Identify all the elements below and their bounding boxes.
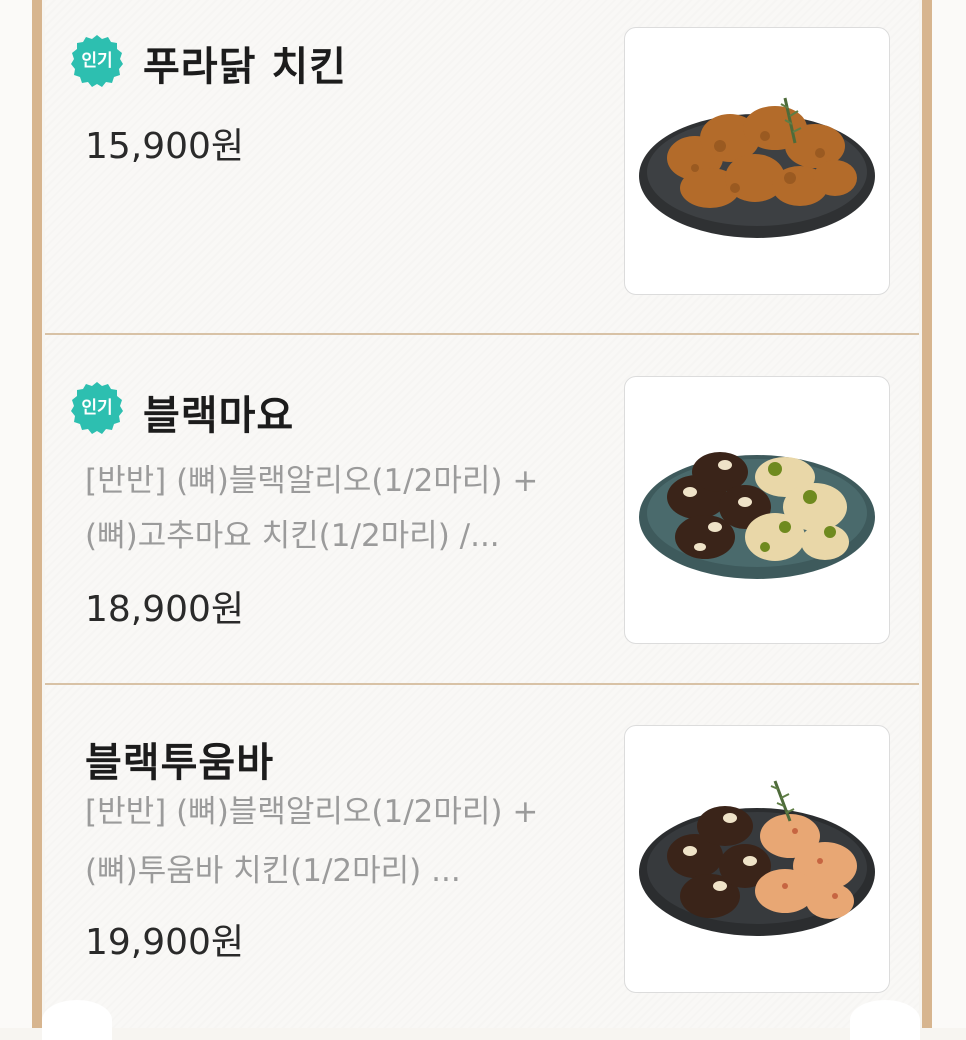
menu-item-description-line-1: [반반] (뼈)블랙알리오(1/2마리) + [85,463,539,499]
menu-item-image[interactable] [624,376,890,644]
popular-badge: 인기 [69,380,125,436]
menu-item-price: 15,900원 [85,126,245,167]
page-margin-left [0,0,32,1028]
menu-item-image[interactable] [624,27,890,295]
popular-badge: 인기 [69,33,125,89]
frame-border-right [922,0,932,1028]
black-tuumba-chicken-plate-icon [639,780,875,936]
menu-item-price: 19,900원 [85,922,245,963]
menu-item-title: 블랙투움바 [85,740,274,786]
badge-label: 인기 [81,51,113,71]
menu-item-description-line-2: (뼈)고추마요 치킨(1/2마리) /... [85,518,500,554]
menu-item-image[interactable] [624,725,890,993]
frame-border-left [32,0,42,1028]
menu-item-title: 블랙마요 [143,393,295,439]
menu-item-description-line-1: [반반] (뼈)블랙알리오(1/2마리) + [85,794,539,830]
badge-label: 인기 [81,398,113,418]
black-mayo-chicken-plate-icon [639,452,875,579]
menu-item-description-line-2: (뼈)투움바 치킨(1/2마리) ... [85,853,461,889]
menu-item-black-mayo[interactable]: 인기 블랙마요 [반반] (뼈)블랙알리오(1/2마리) + (뼈)고추마요 치… [45,335,919,683]
page-margin-right [932,0,966,1028]
bottom-curve-left [42,1000,112,1040]
menu-item-black-tuumba[interactable]: 블랙투움바 [반반] (뼈)블랙알리오(1/2마리) + (뼈)투움바 치킨(1… [45,685,919,1028]
menu-list: 인기 푸라닭 치킨 15,900원 인기 블랙마요 [반반] (뼈)블랙알리오(… [45,0,919,1028]
menu-item-puradak-chicken[interactable]: 인기 푸라닭 치킨 15,900원 [45,0,919,333]
bottom-curve-right [850,1000,920,1040]
menu-item-price: 18,900원 [85,589,245,630]
fried-chicken-plate-icon [639,97,875,238]
menu-item-title: 푸라닭 치킨 [143,44,347,90]
